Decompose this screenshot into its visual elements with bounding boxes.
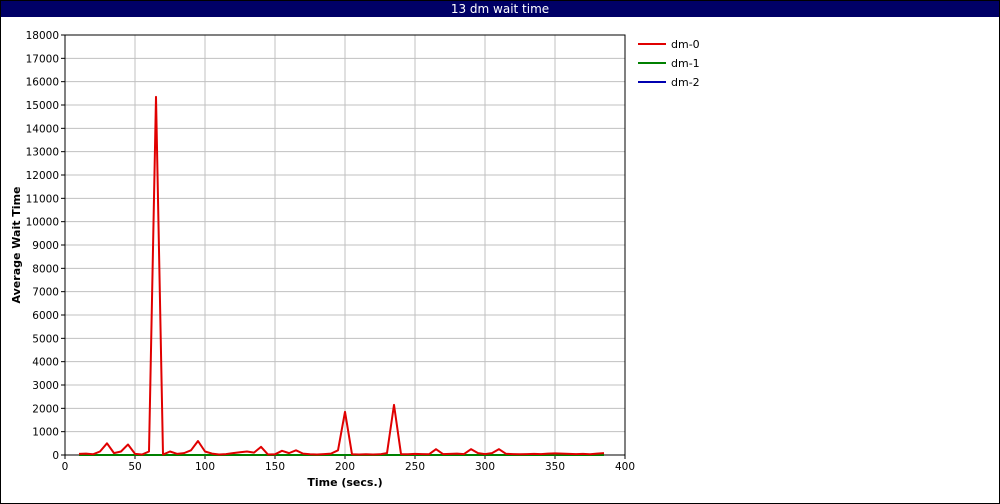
grid	[64, 34, 626, 456]
series-line-dm-0	[78, 95, 605, 456]
y-tick-label: 16000	[26, 77, 59, 89]
y-tick-label: 5000	[32, 333, 59, 345]
y-tick-label: 15000	[26, 100, 59, 112]
legend: dm-0 dm-1 dm-2	[638, 38, 700, 89]
y-tick-label: 17000	[26, 53, 59, 65]
y-tick-label: 3000	[32, 380, 59, 392]
y-tick-label: 12000	[26, 170, 59, 182]
y-tick-label: 1000	[32, 427, 59, 439]
chart-canvas: 0 50 100 150 200 250 300 350 4000100020003000400…	[10, 30, 700, 489]
legend-label-dm-2: dm-2	[671, 76, 700, 89]
legend-label-dm-1: dm-1	[671, 57, 700, 70]
x-tick-label: 250	[405, 461, 425, 473]
y-tick-label: 13000	[26, 147, 59, 159]
y-tick-label: 0	[52, 450, 59, 462]
x-tick-label: 200	[335, 461, 355, 473]
x-tick-label: 100	[195, 461, 215, 473]
series-layer	[78, 95, 605, 456]
y-tick-label: 9000	[32, 240, 59, 252]
x-tick-label: 400	[615, 461, 635, 473]
legend-label-dm-0: dm-0	[671, 38, 700, 51]
y-tick-label: 7000	[32, 287, 59, 299]
x-tick-label: 150	[265, 461, 285, 473]
y-tick-label: 14000	[26, 123, 59, 135]
y-tick-label: 2000	[32, 403, 59, 415]
y-tick-label: 11000	[26, 193, 59, 205]
y-tick-label: 8000	[32, 263, 59, 275]
x-tick-label: 50	[128, 461, 141, 473]
y-tick-label: 4000	[32, 357, 59, 369]
x-tick-label: 300	[475, 461, 495, 473]
x-axis-label: Time (secs.)	[307, 476, 382, 489]
x-tick-label: 350	[545, 461, 565, 473]
y-tick-label: 6000	[32, 310, 59, 322]
y-tick-label: 18000	[26, 30, 59, 42]
y-axis-label: Average Wait Time	[10, 187, 23, 304]
y-tick-label: 10000	[26, 217, 59, 229]
axes: 0 50 100 150 200 250 300 350 4000100020003000400…	[26, 30, 635, 473]
x-tick-label: 0	[62, 461, 69, 473]
